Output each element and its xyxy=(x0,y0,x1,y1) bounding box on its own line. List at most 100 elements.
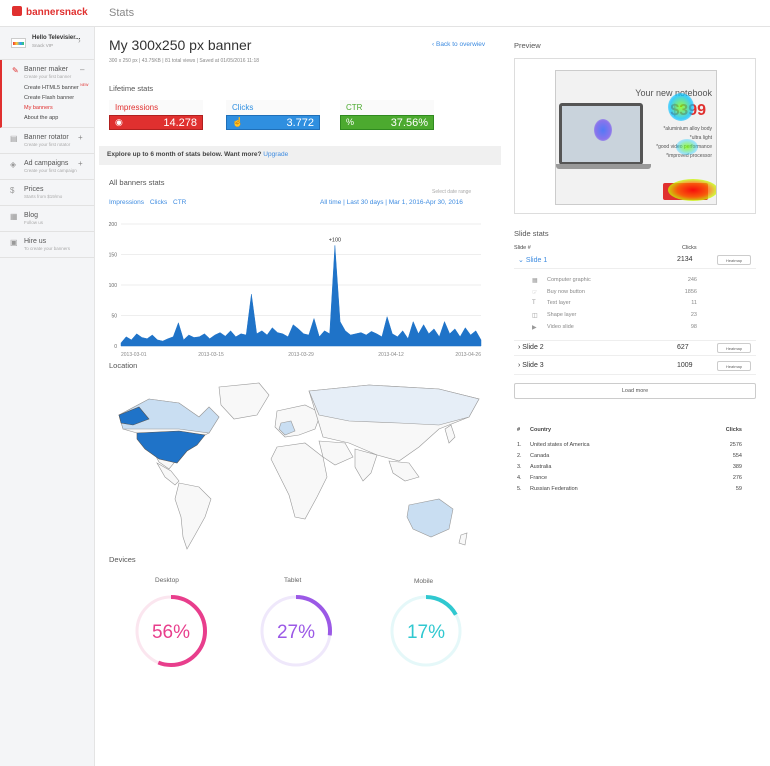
date-range-options[interactable]: All time | Last 30 days | Mar 1, 2016-Ap… xyxy=(320,199,463,206)
percent-icon: % xyxy=(346,117,355,127)
all-banners-stats-label: All banners stats xyxy=(109,178,165,187)
layer-clicks: 98 xyxy=(690,324,697,330)
chevron-down-icon: ⌄ Slide 1 xyxy=(518,257,548,264)
nav-title: Banner rotator xyxy=(24,134,69,141)
chevron-right-icon: › Slide 2 xyxy=(518,344,544,351)
tab-impressions[interactable]: Impressions xyxy=(109,199,144,206)
nav-title: Blog xyxy=(24,212,39,219)
user-plan: Snack VIP xyxy=(32,43,54,48)
slide-stats-label: Slide stats xyxy=(514,229,549,238)
avatar xyxy=(11,38,26,48)
layer-name: Video slide xyxy=(547,324,574,330)
x-tick-label: 2013-03-29 xyxy=(288,352,314,357)
date-range-label: Select date range xyxy=(432,189,472,195)
banner-heatmap[interactable]: Your new notebook $399 *aluminium alloy … xyxy=(555,70,717,205)
page-title: My 300x250 px banner xyxy=(109,37,252,53)
slide-row-2[interactable]: › Slide 2 627 Heatmap xyxy=(514,340,756,356)
layer-name: Computer graphic xyxy=(547,277,591,283)
map-africa xyxy=(270,442,328,520)
country-name: Russian Federation xyxy=(530,486,578,492)
rotator-icon: ▤ xyxy=(10,134,18,143)
desktop-donut: 56% xyxy=(135,595,207,667)
upgrade-link[interactable]: Upgrade xyxy=(263,151,288,158)
nav-prices[interactable]: $ Prices Starts from $19/mo xyxy=(0,180,94,206)
banner-preview: Your new notebook $399 *aluminium alloy … xyxy=(514,58,756,214)
back-link[interactable]: ‹ Back to overwiev xyxy=(432,41,485,48)
stat-value: 37.56% xyxy=(390,117,428,129)
device-tablet-label: Tablet xyxy=(284,577,302,584)
collapse-icon[interactable]: – xyxy=(80,65,84,74)
nav-my-banners[interactable]: My banners xyxy=(24,105,94,111)
nav-ad-campaigns[interactable]: ◈ Ad campaigns Create your first campaig… xyxy=(0,154,94,180)
nav-sub: Starts from $19/mo xyxy=(24,194,63,199)
layer-clicks: 11 xyxy=(691,300,697,306)
slide-name: Slide 3 xyxy=(522,362,544,369)
promo-text: Explore up to 6 month of stats below. Wa… xyxy=(107,151,262,158)
dollar-icon: $ xyxy=(10,186,15,195)
user-box[interactable]: Hello Televisier... Snack VIP › xyxy=(0,27,94,60)
slide-name: Slide 1 xyxy=(525,257,548,264)
col-clicks: Clicks xyxy=(725,427,742,433)
heat-spot-price xyxy=(668,93,694,121)
country-name: France xyxy=(530,475,548,481)
ctr-stat: CTR % 37.56% xyxy=(340,100,434,132)
heat-spot-feature xyxy=(676,139,698,155)
heat-spot-hot xyxy=(668,179,716,201)
laptop-base xyxy=(556,164,651,169)
nav-title: Ad campaigns xyxy=(24,160,69,167)
tab-clicks[interactable]: Clicks xyxy=(150,199,167,206)
country-clicks: 276 xyxy=(732,475,742,481)
country-name: United states of America xyxy=(530,442,590,448)
nav-banner-rotator[interactable]: ▤ Banner rotator Create your first rotat… xyxy=(0,128,94,154)
country-clicks: 59 xyxy=(735,486,742,492)
nav-blog[interactable]: ▦ Blog Follow us xyxy=(0,206,94,232)
page-header-title: Stats xyxy=(109,7,135,19)
map-india xyxy=(354,448,378,482)
nav-about-app[interactable]: About the app xyxy=(24,115,94,121)
click-icon: ☝ xyxy=(232,117,244,127)
layer-name: Shape layer xyxy=(547,312,577,318)
nav-child-label: Create HTML5 banner xyxy=(24,85,79,91)
stat-value: 14.278 xyxy=(163,117,197,129)
nav-create-html5[interactable]: Create HTML5 banner NEW xyxy=(24,83,94,91)
y-tick-label: 0 xyxy=(114,344,117,350)
map-usa xyxy=(136,430,206,464)
app-logo[interactable]: bannersnack xyxy=(12,6,88,18)
nav-hire-us[interactable]: ▣ Hire us To create your banners xyxy=(0,232,94,258)
country-name: Canada xyxy=(530,453,550,459)
nav-banner-maker[interactable]: ✎ Banner maker Create your first banner … xyxy=(0,60,94,128)
slide-clicks: 1009 xyxy=(677,362,693,369)
heatmap-button[interactable]: Heatmap xyxy=(717,343,751,353)
stat-label: CTR xyxy=(340,100,434,115)
heatmap-button[interactable]: Heatmap xyxy=(717,255,751,265)
nav-create-flash[interactable]: Create Flash banner xyxy=(24,95,94,101)
top-bar: bannersnack Stats xyxy=(0,0,770,27)
hire-icon: ▣ xyxy=(10,238,18,247)
chevron-right-icon: › Slide 3 xyxy=(518,362,544,369)
load-more-button[interactable]: Load more xyxy=(514,383,756,399)
chart-tabs: Impressions Clicks CTR xyxy=(109,199,190,206)
nav-title: Prices xyxy=(24,186,44,193)
stat-bar: ☝ 3.772 xyxy=(226,115,320,130)
donut-label: 27% xyxy=(277,622,315,643)
slide-clicks: 2134 xyxy=(677,256,693,263)
heatmap-button[interactable]: Heatmap xyxy=(717,361,751,371)
slide-name: Slide 2 xyxy=(522,344,544,351)
tab-ctr[interactable]: CTR xyxy=(173,199,186,206)
banner-meta: 300 x 250 px | 43.75KB | 81 total views … xyxy=(109,58,260,64)
nav-sub: To create your banners xyxy=(24,246,71,251)
slide-row-3[interactable]: › Slide 3 1009 Heatmap xyxy=(514,359,756,375)
chevron-right-icon: › xyxy=(78,36,81,45)
upgrade-promo: Explore up to 6 month of stats below. Wa… xyxy=(99,146,501,165)
tablet-donut: 27% xyxy=(260,595,332,667)
stat-value: 3.772 xyxy=(286,117,314,129)
expand-icon[interactable]: + xyxy=(78,159,83,168)
device-mobile-label: Mobile xyxy=(414,578,434,585)
clicks-stat: Clicks ☝ 3.772 xyxy=(226,100,320,132)
col-num: # xyxy=(517,427,521,433)
slide-row-1[interactable]: ⌄ Slide 1 2134 Heatmap xyxy=(514,253,756,269)
col-clicks: Clicks xyxy=(682,245,697,251)
expand-icon[interactable]: + xyxy=(78,133,83,142)
devices-label: Devices xyxy=(109,555,136,564)
donut-label: 56% xyxy=(152,622,190,643)
